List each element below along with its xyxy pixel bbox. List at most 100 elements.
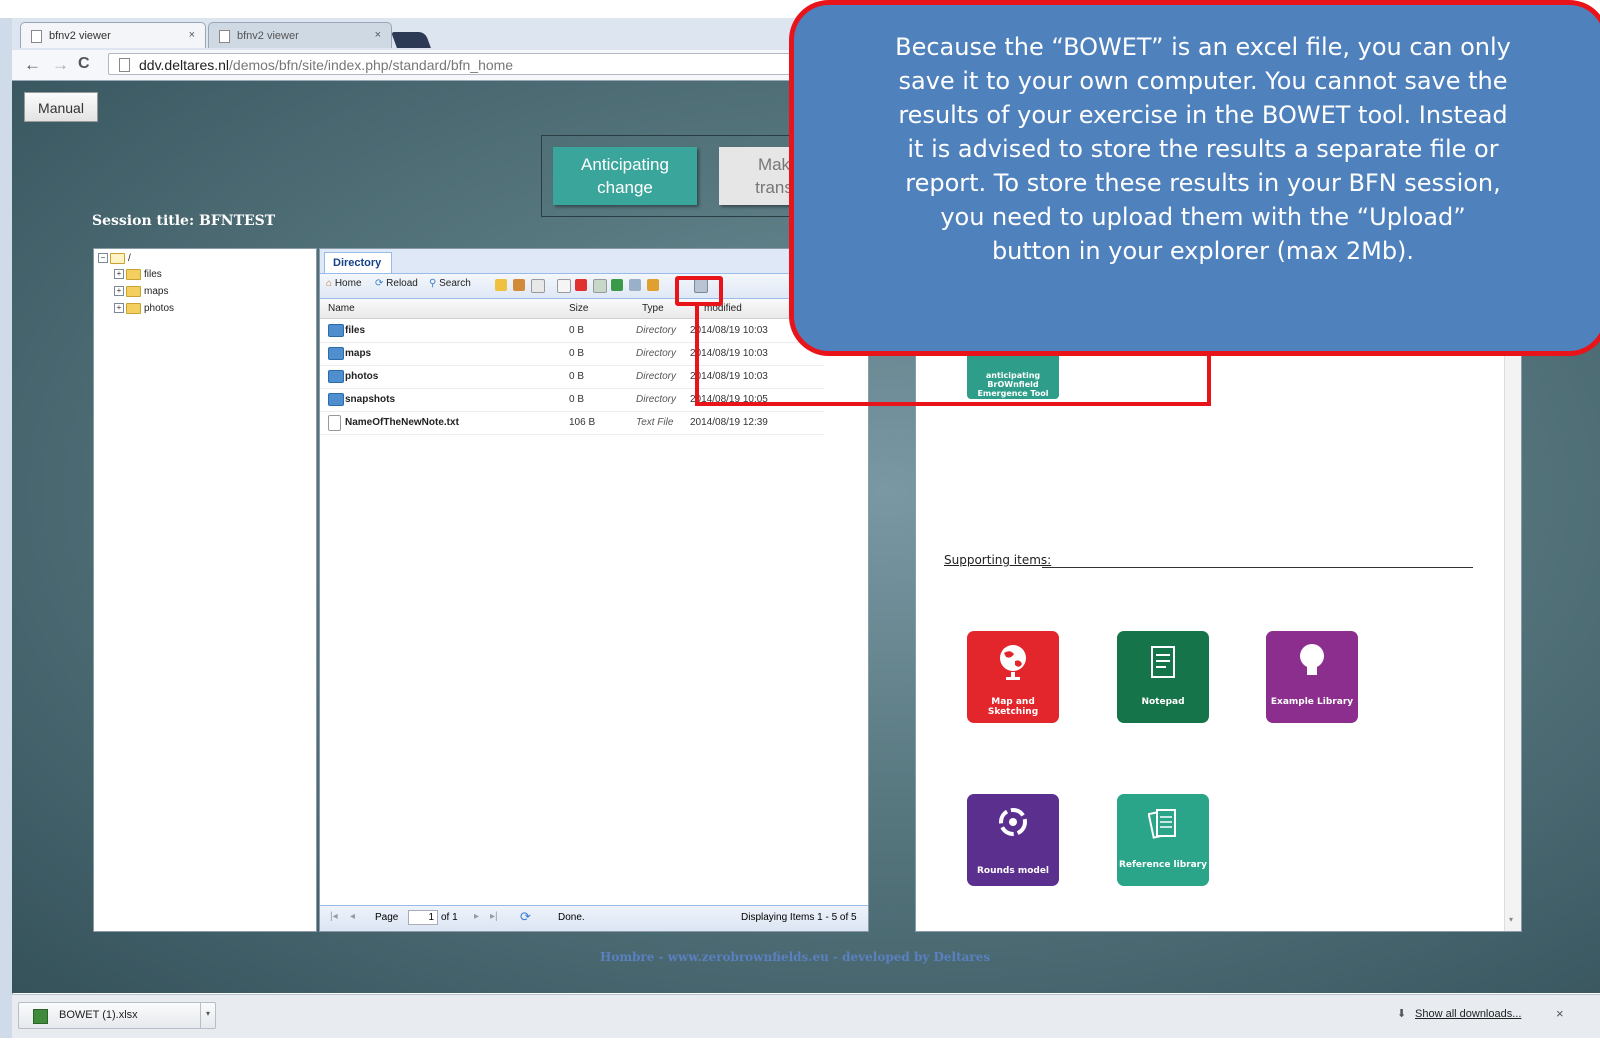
home-icon: ⌂ — [326, 278, 333, 289]
file-name: NameOfTheNewNote.txt — [345, 417, 459, 428]
page-icon — [31, 30, 42, 43]
example-library-tile[interactable]: Example Library — [1266, 631, 1358, 723]
file-name: photos — [345, 371, 379, 382]
manual-button[interactable]: Manual — [24, 92, 98, 122]
file-size: 106 B — [569, 417, 596, 428]
tab-close-icon[interactable]: × — [375, 29, 381, 41]
table-row[interactable]: NameOfTheNewNote.txt 106 B Text File 201… — [320, 411, 824, 435]
callout-text: Because the “BOWET” is an excel file, yo… — [895, 33, 1511, 265]
notepad-tile[interactable]: Notepad — [1117, 631, 1209, 723]
tab-title: bfnv2 viewer — [49, 30, 111, 42]
page-icon — [119, 58, 130, 72]
file-name: maps — [345, 348, 372, 359]
tree-item-photos[interactable]: + photos — [114, 302, 174, 316]
tab-bfnv2-viewer-2[interactable]: bfnv2 viewer × — [208, 22, 392, 48]
displaying-count: Displaying Items 1 - 5 of 5 — [741, 912, 857, 923]
app-label: Reference library — [1118, 860, 1207, 870]
download-item[interactable]: BOWET (1).xlsx ▾ — [18, 1002, 216, 1029]
status-text: Done. — [558, 912, 585, 923]
first-page-icon[interactable]: |◂ — [330, 911, 338, 922]
last-page-icon[interactable]: ▸| — [490, 911, 498, 922]
file-type: Directory — [636, 371, 677, 382]
column-type[interactable]: Type — [642, 303, 664, 314]
paste-icon[interactable] — [557, 279, 571, 293]
explorer-toolbar: ⌂ Home ⟳ Reload ⚲ Search — [320, 274, 868, 299]
cycle-icon — [999, 808, 1027, 836]
show-all-downloads-link[interactable]: Show all downloads... — [1415, 1008, 1521, 1020]
tab-close-icon[interactable]: × — [189, 29, 195, 41]
download-icon[interactable] — [629, 279, 641, 291]
url-field[interactable]: ddv.deltares.nl/demos/bfn/site/index.php… — [108, 53, 808, 75]
file-name: files — [345, 325, 366, 336]
page-count: of 1 — [441, 912, 458, 923]
file-size: 0 B — [569, 394, 585, 405]
tree-item-files[interactable]: + files — [114, 268, 162, 282]
search-button[interactable]: ⚲ Search — [429, 278, 471, 289]
file-type: Text File — [636, 417, 674, 428]
tree-item-maps[interactable]: + maps — [114, 285, 168, 299]
expand-icon[interactable]: + — [114, 303, 124, 314]
reference-library-tile[interactable]: Reference library — [1117, 794, 1209, 886]
download-shelf: BOWET (1).xlsx ▾ ⬇ Show all downloads...… — [12, 994, 1600, 1039]
tree-root[interactable]: − / — [98, 252, 131, 266]
globe-icon — [1000, 645, 1026, 680]
expand-icon[interactable]: + — [114, 269, 124, 280]
reload-button[interactable]: ⟳ Reload — [375, 278, 418, 289]
url-path: /demos/bfn/site/index.php/standard/bfn_h… — [229, 57, 514, 73]
tab-directory[interactable]: Directory — [324, 252, 392, 273]
reload-icon[interactable]: C — [78, 55, 90, 73]
app-label: Rounds model — [976, 866, 1050, 876]
grid-view-icon[interactable] — [611, 279, 623, 291]
download-arrow-icon: ⬇ — [1397, 1008, 1407, 1020]
forward-icon[interactable]: → — [52, 55, 69, 75]
folder-icon — [328, 370, 344, 383]
page-icon — [219, 30, 230, 43]
reload-icon: ⟳ — [375, 278, 384, 289]
column-name[interactable]: Name — [328, 303, 355, 314]
map-and-sketching-tile[interactable]: Map and Sketching — [967, 631, 1059, 723]
divider — [1042, 567, 1473, 568]
folder-tree: − / + files + maps + photos — [93, 248, 317, 932]
footer-credit[interactable]: Hombre - www.zerobrownfields.eu - develo… — [600, 950, 990, 964]
file-type: Directory — [636, 394, 677, 405]
app-label: Notepad — [1141, 697, 1185, 707]
anticipating-change-button[interactable]: Anticipating change — [553, 147, 697, 205]
refresh-icon[interactable]: ⟳ — [520, 909, 531, 925]
edit-icon[interactable] — [513, 279, 525, 291]
home-button[interactable]: ⌂ Home — [326, 278, 362, 289]
delete-icon[interactable] — [575, 279, 587, 291]
tree-root-label: / — [128, 253, 131, 264]
column-size[interactable]: Size — [569, 303, 588, 314]
folder-icon — [328, 347, 344, 360]
excel-file-icon — [33, 1009, 48, 1024]
folder-icon — [126, 302, 141, 314]
rounds-model-tile[interactable]: Rounds model — [967, 794, 1059, 886]
expand-icon[interactable]: + — [114, 286, 124, 297]
chevron-down-icon[interactable]: ▾ — [200, 1003, 215, 1028]
tab-bfnv2-viewer-1[interactable]: bfnv2 viewer × — [20, 22, 206, 48]
new-tab-button[interactable] — [391, 32, 431, 48]
home-label: Home — [334, 278, 362, 289]
archive-icon[interactable] — [647, 279, 659, 291]
upload-button-highlight — [675, 276, 723, 306]
back-icon[interactable]: ← — [24, 55, 41, 75]
next-page-icon[interactable]: ▸ — [474, 911, 479, 922]
session-title: Session title: BFNTEST — [92, 213, 276, 229]
pager-bar: |◂ ◂ Page 1 of 1 ▸ ▸| ⟳ Done. Displaying… — [320, 905, 868, 931]
new-file-icon[interactable] — [495, 279, 507, 291]
scroll-down-icon[interactable]: ▾ — [1509, 915, 1513, 924]
tree-item-label: photos — [144, 303, 175, 314]
folder-open-icon — [110, 252, 125, 264]
file-modified: 2014/08/19 12:39 — [690, 417, 768, 428]
close-icon[interactable]: × — [1556, 1006, 1564, 1021]
page-number-input[interactable]: 1 — [408, 910, 438, 925]
rename-icon[interactable] — [593, 279, 607, 293]
copy-icon[interactable] — [531, 279, 545, 293]
app-label: Map and Sketching — [987, 697, 1039, 717]
file-size: 0 B — [569, 348, 585, 359]
search-label: Search — [439, 278, 471, 289]
prev-page-icon[interactable]: ◂ — [350, 911, 355, 922]
documents-icon — [1148, 809, 1176, 839]
file-type: Directory — [636, 325, 677, 336]
collapse-icon[interactable]: − — [98, 253, 108, 264]
